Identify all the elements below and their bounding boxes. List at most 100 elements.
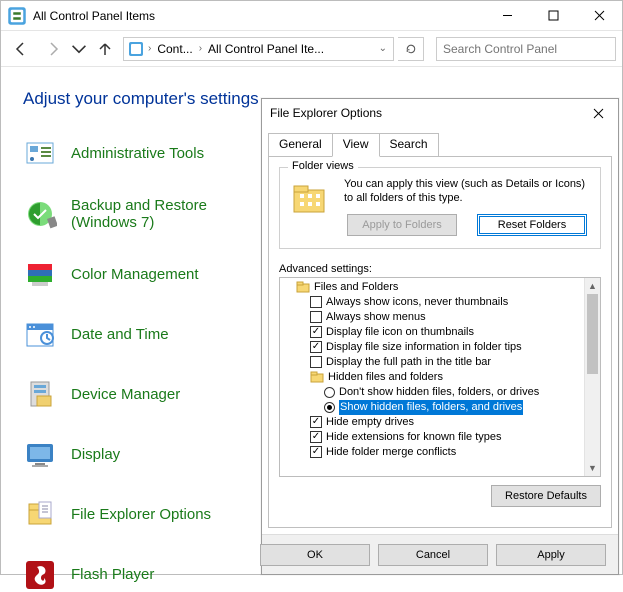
apply-button[interactable]: Apply: [496, 544, 606, 566]
tree-label: Display file icon on thumbnails: [326, 325, 474, 340]
checkbox-icon[interactable]: [310, 296, 322, 308]
file-explorer-options-icon: [23, 498, 57, 532]
scroll-down-button[interactable]: ▼: [585, 460, 600, 476]
nav-forward-button[interactable]: [39, 35, 67, 63]
cp-item-file-explorer-options[interactable]: File Explorer Options: [23, 498, 253, 532]
tree-check[interactable]: Display the full path in the title bar: [282, 355, 584, 370]
color-management-icon: [23, 258, 57, 292]
tree-label: Hide empty drives: [326, 415, 414, 430]
cp-item-label: Backup and Restore (Windows 7): [71, 197, 253, 232]
advanced-settings-tree[interactable]: Files and FoldersAlways show icons, neve…: [279, 277, 601, 477]
folder-views-text: You can apply this view (such as Details…: [344, 178, 590, 206]
tree-folder[interactable]: Hidden files and folders: [282, 370, 584, 385]
nav-up-button[interactable]: [91, 35, 119, 63]
scroll-thumb[interactable]: [587, 294, 598, 374]
tree-label: Hidden files and folders: [328, 370, 443, 385]
tree-label: Always show icons, never thumbnails: [326, 295, 508, 310]
cp-item-device-manager[interactable]: Device Manager: [23, 378, 253, 412]
tree-check[interactable]: ✓ Display file icon on thumbnails: [282, 325, 584, 340]
tree-scrollbar[interactable]: ▲ ▼: [584, 278, 600, 476]
dialog-close-button[interactable]: [578, 99, 618, 127]
display-icon: [23, 438, 57, 472]
tree-label: Display file size information in folder …: [326, 340, 522, 355]
cp-item-label: Device Manager: [71, 386, 180, 403]
cp-item-label: File Explorer Options: [71, 506, 211, 523]
folder-views-group: Folder views You can apply this view (su…: [279, 167, 601, 249]
nav-recent-button[interactable]: [71, 35, 87, 63]
cp-item-label: Date and Time: [71, 326, 169, 343]
checkbox-icon[interactable]: ✓: [310, 326, 322, 338]
cp-item-color-management[interactable]: Color Management: [23, 258, 253, 292]
file-explorer-options-dialog: File Explorer Options GeneralViewSearch …: [261, 98, 619, 575]
backup-and-restore-icon: [23, 197, 57, 231]
cp-item-backup-and-restore[interactable]: Backup and Restore (Windows 7): [23, 197, 253, 232]
tree-root[interactable]: Files and Folders: [282, 280, 584, 295]
chevron-right-icon[interactable]: ›: [148, 43, 151, 54]
tree-label: Hide extensions for known file types: [326, 430, 501, 445]
tree-check[interactable]: ✓ Hide extensions for known file types: [282, 430, 584, 445]
checkbox-icon[interactable]: [310, 356, 322, 368]
chevron-down-icon[interactable]: ⌄: [379, 43, 387, 54]
folder-icon: [296, 280, 310, 294]
checkbox-icon[interactable]: ✓: [310, 446, 322, 458]
cp-titlebar: All Control Panel Items: [1, 1, 622, 31]
chevron-right-icon[interactable]: ›: [199, 43, 202, 54]
cp-item-date-and-time[interactable]: Date and Time: [23, 318, 253, 352]
tree-check[interactable]: Always show menus: [282, 310, 584, 325]
cancel-button[interactable]: Cancel: [378, 544, 488, 566]
tree-label: Show hidden files, folders, and drives: [339, 400, 523, 415]
search-box[interactable]: [436, 37, 616, 61]
device-manager-icon: [23, 378, 57, 412]
minimize-button[interactable]: [484, 1, 530, 31]
cp-item-label: Administrative Tools: [71, 145, 204, 162]
radio-icon[interactable]: [324, 387, 335, 398]
cp-items-list: Administrative Tools Backup and Restore (…: [23, 137, 253, 592]
cp-item-display[interactable]: Display: [23, 438, 253, 472]
ok-button[interactable]: OK: [260, 544, 370, 566]
dialog-footer: OK Cancel Apply: [262, 534, 618, 574]
cp-item-label: Display: [71, 446, 120, 463]
checkbox-icon[interactable]: ✓: [310, 416, 322, 428]
close-button[interactable]: [576, 1, 622, 31]
control-panel-icon: [7, 6, 27, 26]
date-and-time-icon: [23, 318, 57, 352]
checkbox-icon[interactable]: ✓: [310, 431, 322, 443]
maximize-button[interactable]: [530, 1, 576, 31]
cp-item-label: Color Management: [71, 266, 199, 283]
nav-back-button[interactable]: [7, 35, 35, 63]
refresh-button[interactable]: [398, 37, 424, 61]
folder-views-icon: [290, 180, 334, 220]
cp-toolbar: › Cont... › All Control Panel Ite... ⌄: [1, 31, 622, 67]
search-input[interactable]: [437, 42, 615, 56]
dialog-body: GeneralViewSearch Folder views You can a…: [262, 127, 618, 534]
scroll-up-button[interactable]: ▲: [585, 278, 600, 294]
checkbox-icon[interactable]: [310, 311, 322, 323]
tab-general[interactable]: General: [268, 133, 333, 157]
tree-check[interactable]: ✓ Display file size information in folder…: [282, 340, 584, 355]
tab-view-page: Folder views You can apply this view (su…: [268, 156, 612, 528]
tree-label: Display the full path in the title bar: [326, 355, 491, 370]
advanced-settings-label: Advanced settings:: [279, 263, 601, 275]
dialog-titlebar: File Explorer Options: [262, 99, 618, 127]
tree-check[interactable]: ✓ Hide empty drives: [282, 415, 584, 430]
tree-radio[interactable]: Show hidden files, folders, and drives: [282, 400, 584, 415]
breadcrumb-segment[interactable]: Cont...: [155, 42, 194, 56]
restore-defaults-button[interactable]: Restore Defaults: [491, 485, 601, 507]
tree-label: Don't show hidden files, folders, or dri…: [339, 385, 539, 400]
tree-radio[interactable]: Don't show hidden files, folders, or dri…: [282, 385, 584, 400]
cp-item-administrative-tools[interactable]: Administrative Tools: [23, 137, 253, 171]
folder-icon: [310, 370, 324, 384]
address-bar[interactable]: › Cont... › All Control Panel Ite... ⌄: [123, 37, 394, 61]
breadcrumb-segment[interactable]: All Control Panel Ite...: [206, 42, 326, 56]
tree-check[interactable]: ✓ Hide folder merge conflicts: [282, 445, 584, 460]
checkbox-icon[interactable]: ✓: [310, 341, 322, 353]
dialog-title: File Explorer Options: [270, 106, 578, 120]
radio-icon[interactable]: [324, 402, 335, 413]
apply-to-folders-button[interactable]: Apply to Folders: [347, 214, 457, 236]
tab-view[interactable]: View: [332, 133, 380, 157]
tree-label: Hide folder merge conflicts: [326, 445, 456, 460]
reset-folders-button[interactable]: Reset Folders: [477, 214, 587, 236]
control-panel-icon: [128, 41, 144, 57]
tab-search[interactable]: Search: [379, 133, 439, 157]
tree-check[interactable]: Always show icons, never thumbnails: [282, 295, 584, 310]
